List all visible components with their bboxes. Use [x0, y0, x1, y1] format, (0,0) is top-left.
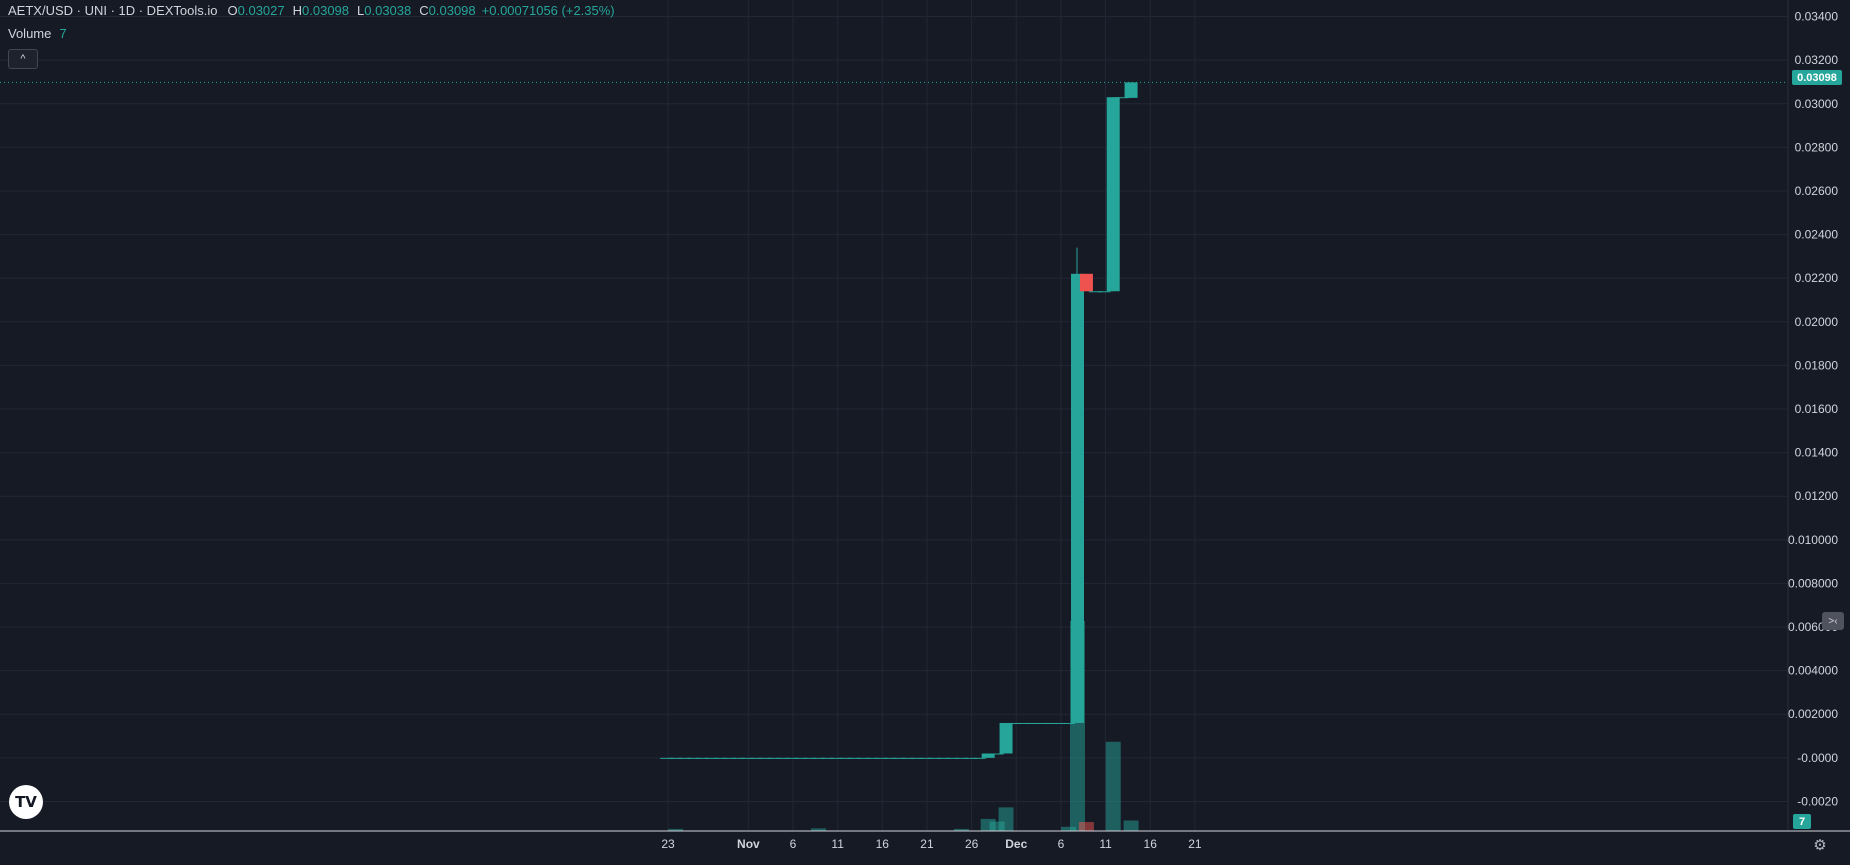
x-tick-label: Dec	[1005, 837, 1027, 851]
x-tick-label: 21	[1188, 837, 1202, 851]
y-tick-label: 0.03000	[1795, 97, 1839, 111]
low-value: 0.03038	[364, 3, 412, 18]
y-tick-label: 0.01400	[1795, 446, 1839, 460]
volume-bar	[1123, 820, 1139, 831]
x-tick-label: 16	[1144, 837, 1158, 851]
y-tick-label: 0.02400	[1795, 228, 1839, 242]
last-price-tag-text: 0.03098	[1797, 71, 1837, 84]
y-tick-label: 0.002000	[1788, 707, 1838, 721]
x-tick-label: 11	[831, 837, 844, 851]
y-tick-label: -0.0000	[1797, 751, 1838, 765]
close-label: C	[419, 3, 429, 18]
x-tick-label: 26	[965, 837, 979, 851]
tradingview-logo[interactable]: TV	[9, 785, 43, 819]
low-label: L	[357, 3, 365, 18]
y-tick-label: 0.02600	[1795, 184, 1839, 198]
candle-body	[1106, 97, 1120, 292]
x-tick-label: 21	[920, 837, 934, 851]
candle-body	[1062, 722, 1076, 724]
y-tick-label: 0.010000	[1788, 533, 1838, 547]
x-tick-label: Nov	[737, 837, 760, 851]
x-tick-label: 16	[876, 837, 890, 851]
close-value: 0.03098	[428, 3, 476, 18]
open-value: 0.03027	[237, 3, 285, 18]
y-tick-label: 0.02200	[1795, 271, 1839, 285]
y-tick-label: 0.03200	[1795, 53, 1839, 67]
volume-bar	[1078, 822, 1094, 831]
volume-bar	[1105, 741, 1121, 831]
high-label: H	[292, 3, 303, 18]
symbol-title[interactable]: AETX/USD · UNI · 1D · DEXTools.io	[8, 3, 218, 18]
chevron-up-icon: ^	[20, 53, 26, 65]
last-price-tag: 0.03098	[1792, 70, 1842, 85]
y-tick-label: 0.008000	[1788, 576, 1838, 590]
volume-bar	[998, 807, 1014, 831]
volume-label[interactable]: Volume	[8, 26, 51, 41]
volume-legend: Volume 7	[8, 26, 73, 41]
y-tick-label: 0.004000	[1788, 664, 1838, 678]
y-tick-label: 0.01600	[1795, 402, 1839, 416]
candle-body	[1124, 82, 1138, 98]
scale-toggle-button[interactable]: >‹	[1822, 612, 1844, 630]
open-label: O	[227, 3, 238, 18]
y-tick-label: -0.0020	[1797, 794, 1838, 808]
price-chart[interactable]: 0.03400 0.03200 0.03000 0.02800 0.02600 0.024…	[0, 0, 1850, 865]
tradingview-logo-text: TV	[15, 793, 37, 811]
collapse-icon: >‹	[1828, 615, 1838, 627]
change-value: +0.00071056 (+2.35%)	[481, 3, 615, 18]
symbol-legend: AETX/USD · UNI · 1D · DEXTools.io O 0.030…	[8, 3, 621, 18]
settings-button[interactable]: ⚙	[1810, 835, 1830, 855]
y-tick-label: 0.02800	[1795, 140, 1839, 154]
grid	[0, 0, 1788, 831]
candle-body	[999, 722, 1013, 754]
candle-body	[990, 753, 1004, 755]
y-tick-label: 0.01800	[1795, 358, 1839, 372]
volume-tag: 7	[1793, 814, 1811, 829]
volume-tag-text: 7	[1798, 815, 1806, 828]
x-tick-label: 23	[661, 837, 675, 851]
candles	[660, 82, 1138, 759]
candle-body	[1097, 291, 1111, 293]
candle-body	[972, 757, 986, 759]
x-tick-label: 6	[1058, 837, 1065, 851]
volume-bars	[668, 621, 1139, 831]
time-axis[interactable]: 23 Nov 6 11 16 21 26 Dec 6 11 16 21	[661, 837, 1202, 851]
candle-body	[1070, 273, 1084, 723]
x-tick-label: 6	[790, 837, 797, 851]
gear-icon: ⚙	[1813, 837, 1827, 854]
candle-body	[1079, 273, 1093, 292]
collapse-legend-button[interactable]: ^	[8, 49, 38, 69]
high-value: 0.03098	[302, 3, 350, 18]
price-axis[interactable]: 0.03400 0.03200 0.03000 0.02800 0.02600 0.024…	[1788, 10, 1838, 809]
y-tick-label: 0.01200	[1795, 489, 1839, 503]
x-tick-label: 11	[1099, 837, 1112, 851]
y-tick-label: 0.03400	[1795, 10, 1839, 24]
volume-value: 7	[59, 26, 67, 41]
y-tick-label: 0.02000	[1795, 315, 1839, 329]
